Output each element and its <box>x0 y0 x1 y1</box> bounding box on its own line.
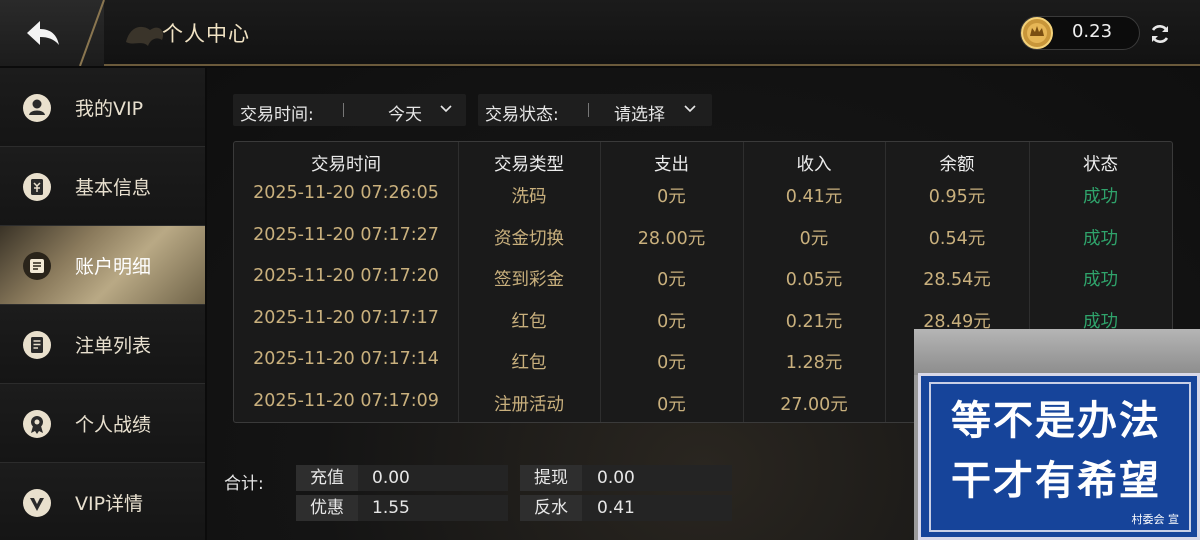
table-cell-expense: 0元 <box>657 395 686 415</box>
table-cell-type: 注册活动 <box>494 395 564 415</box>
table-cell-status: 成功 <box>1083 270 1118 290</box>
info-card-icon <box>23 173 51 201</box>
filter-divider <box>343 103 344 117</box>
sidebar-item-bet-list[interactable]: 注单列表 <box>0 305 205 384</box>
blue-sign: 等不是办法 干才有希望 村委会 宣 <box>918 373 1200 540</box>
table-cell-expense: 28.00元 <box>637 229 706 249</box>
table-header-type: 交易类型 <box>494 155 564 175</box>
summary-withdraw-value: 0.00 <box>597 468 635 488</box>
time-filter-dropdown[interactable]: 交易时间: 今天 <box>233 94 466 126</box>
table-cell-expense: 0元 <box>657 353 686 373</box>
table-cell-time: 2025-11-20 07:26:05 <box>253 183 439 203</box>
table-cell-type: 资金切换 <box>494 229 564 249</box>
table-cell-time: 2025-11-20 07:17:27 <box>253 225 439 245</box>
table-cell-type: 签到彩金 <box>494 270 564 290</box>
vip-badge-icon <box>23 489 51 517</box>
table-cell-income: 0.05元 <box>785 270 843 290</box>
sidebar-item-basic-info[interactable]: 基本信息 <box>0 147 205 226</box>
medal-icon <box>23 410 51 438</box>
user-icon <box>23 94 51 122</box>
table-cell-time: 2025-11-20 07:17:14 <box>253 349 439 369</box>
sign-text-line1: 等不是办法 <box>951 398 1161 444</box>
table-cell-income: 0元 <box>799 229 829 249</box>
table-cell-balance: 0.54元 <box>928 229 986 249</box>
sidebar-item-my-vip[interactable]: 我的VIP <box>0 68 205 147</box>
table-header-status: 状态 <box>1083 155 1118 175</box>
table-cell-expense: 0元 <box>657 270 686 290</box>
summary-recharge-value: 0.00 <box>372 468 410 488</box>
summary-withdraw-label: 提现 <box>520 465 582 491</box>
summary-discount-value: 1.55 <box>372 498 410 518</box>
table-header-time: 交易时间 <box>311 155 381 175</box>
table-cell-type: 洗码 <box>511 187 547 207</box>
wall-background <box>914 329 1200 375</box>
table-cell-status: 成功 <box>1083 187 1118 207</box>
table-cell-time: 2025-11-20 07:17:17 <box>253 308 439 328</box>
time-filter-value: 今天 <box>388 105 422 125</box>
back-arrow-icon <box>27 21 59 45</box>
sidebar-item-label: 我的VIP <box>75 98 144 120</box>
filter-divider <box>588 103 589 117</box>
summary-rebate-label: 反水 <box>520 495 582 521</box>
sidebar-item-label: 账户明细 <box>75 256 152 278</box>
status-filter-label: 交易状态: <box>485 105 559 125</box>
summary-discount-label: 优惠 <box>296 495 358 521</box>
table-cell-balance: 28.54元 <box>923 270 991 290</box>
summary-rebate-value: 0.41 <box>597 498 635 518</box>
table-cell-income: 0.21元 <box>785 312 843 332</box>
sidebar-item-account-details[interactable]: 账户明细 <box>0 226 205 305</box>
ledger-icon <box>23 252 51 280</box>
page-title: 个人中心 <box>162 22 250 46</box>
sidebar-item-vip-details[interactable]: VIP详情 <box>0 463 205 540</box>
table-cell-type: 红包 <box>511 353 547 373</box>
summary-recharge-label: 充值 <box>296 465 358 491</box>
bet-list-icon <box>23 331 51 359</box>
balance-value: 0.23 <box>1071 21 1113 42</box>
table-cell-type: 红包 <box>511 312 547 332</box>
sidebar: 我的VIP 基本信息 账户明细 注单列表 个人战绩 VIP详情 <box>0 68 205 540</box>
summary-label: 合计: <box>224 474 264 494</box>
status-filter-dropdown[interactable]: 交易状态: 请选择 <box>478 94 712 126</box>
table-cell-income: 1.28元 <box>785 353 843 373</box>
table-cell-status: 成功 <box>1083 229 1118 249</box>
table-header-income: 收入 <box>796 155 832 175</box>
overlay-sign-photo: 等不是办法 干才有希望 村委会 宣 <box>914 329 1200 540</box>
gold-coin-icon <box>1021 17 1053 49</box>
sign-text-line2: 干才有希望 <box>951 458 1161 504</box>
status-filter-value: 请选择 <box>614 105 665 125</box>
table-cell-expense: 0元 <box>657 187 686 207</box>
sidebar-item-label: 基本信息 <box>75 177 152 199</box>
time-filter-label: 交易时间: <box>240 105 314 125</box>
sidebar-item-label: 个人战绩 <box>75 414 152 436</box>
chevron-down-icon <box>440 105 452 113</box>
top-bar: 个人中心 0.23 <box>0 0 1200 66</box>
sidebar-item-personal-record[interactable]: 个人战绩 <box>0 384 205 463</box>
chevron-down-icon <box>684 105 696 113</box>
table-cell-expense: 0元 <box>657 312 686 332</box>
moth-ornament-icon <box>126 26 164 46</box>
refresh-icon[interactable] <box>1148 22 1172 46</box>
table-cell-income: 0.41元 <box>785 187 843 207</box>
header-divider <box>79 0 105 66</box>
table-cell-time: 2025-11-20 07:17:09 <box>253 391 439 411</box>
table-cell-time: 2025-11-20 07:17:20 <box>253 266 439 286</box>
table-cell-income: 27.00元 <box>780 395 848 415</box>
table-cell-balance: 0.95元 <box>928 187 986 207</box>
sign-footer: 村委会 宣 <box>1131 513 1180 526</box>
table-header-balance: 余额 <box>939 155 975 175</box>
sidebar-item-label: VIP详情 <box>75 493 144 515</box>
sidebar-item-label: 注单列表 <box>75 335 152 357</box>
table-header-expense: 支出 <box>654 155 689 175</box>
